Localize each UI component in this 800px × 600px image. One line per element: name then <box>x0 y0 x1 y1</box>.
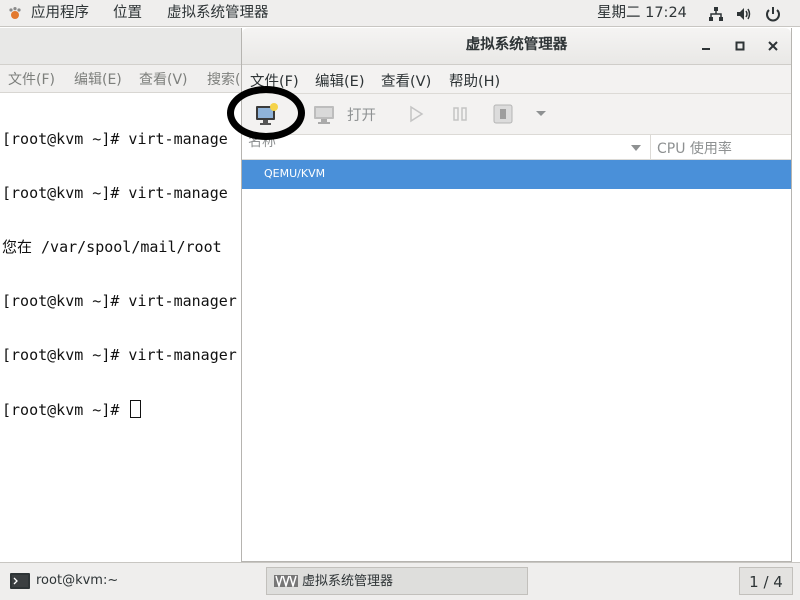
maximize-icon <box>735 41 745 51</box>
menu-view[interactable]: 查看(V) <box>381 70 431 91</box>
virt-manager-icon <box>274 575 298 587</box>
close-button[interactable] <box>764 37 782 55</box>
minimize-icon <box>702 48 710 50</box>
virt-manager-titlebar[interactable]: 虚拟系统管理器 <box>242 28 791 65</box>
shutdown-button[interactable] <box>492 103 514 125</box>
menu-help[interactable]: 帮助(H) <box>449 70 500 91</box>
vm-list-row[interactable]: QEMU/KVM <box>242 160 791 189</box>
terminal-prompt: [root@kvm ~]# <box>2 401 129 419</box>
open-vm-button[interactable] <box>312 102 336 126</box>
terminal-menubar: 文件(F) 编辑(E) 查看(V) 搜索( <box>0 65 242 93</box>
top-panel: 应用程序 位置 虚拟系统管理器 星期二 17:24 <box>0 0 800 27</box>
applications-menu[interactable]: 应用程序 <box>31 0 89 27</box>
pause-icon <box>453 107 467 121</box>
terminal-prompt-line: [root@kvm ~]# <box>2 400 242 419</box>
virt-manager-window[interactable]: 虚拟系统管理器 文件(F) 编辑(E) 查看(V) 帮助(H) 打开 名称 CP… <box>241 28 792 562</box>
connection-name: QEMU/KVM <box>264 167 326 180</box>
taskbar-terminal-label: root@kvm:~ <box>36 573 119 588</box>
pause-button[interactable] <box>450 104 470 124</box>
terminal-menu-view[interactable]: 查看(V) <box>139 69 188 89</box>
power-icon[interactable] <box>764 5 782 23</box>
play-icon <box>410 105 424 123</box>
taskbar-terminal[interactable]: root@kvm:~ <box>4 567 262 595</box>
terminal-line: [root@kvm ~]# virt-manage <box>2 184 228 202</box>
taskbar-virt-manager-label: 虚拟系统管理器 <box>302 574 394 589</box>
terminal-window[interactable]: 文件(F) 编辑(E) 查看(V) 搜索( [root@kvm ~]# virt… <box>0 28 242 561</box>
places-menu[interactable]: 位置 <box>113 0 142 27</box>
virt-manager-toolbar: 打开 <box>242 94 791 135</box>
column-divider <box>650 135 651 159</box>
terminal-icon <box>10 573 30 589</box>
column-cpu-usage[interactable]: CPU 使用率 <box>657 138 732 158</box>
network-icon[interactable] <box>707 5 725 23</box>
volume-icon[interactable] <box>735 5 753 23</box>
highlight-ring <box>227 86 305 140</box>
maximize-button[interactable] <box>731 37 749 55</box>
terminal-menu-search[interactable]: 搜索( <box>207 69 240 89</box>
workspace-switcher[interactable]: 1 / 4 <box>739 567 793 595</box>
terminal-cursor <box>130 400 142 418</box>
terminal-menu-file[interactable]: 文件(F) <box>8 69 55 89</box>
monitor-icon <box>314 106 334 124</box>
vm-list-header: 名称 CPU 使用率 <box>242 134 791 160</box>
terminal-line: [root@kvm ~]# virt-manager <box>2 292 237 310</box>
active-app-menu[interactable]: 虚拟系统管理器 <box>167 0 269 27</box>
clock[interactable]: 星期二 17:24 <box>597 0 687 27</box>
run-button[interactable] <box>406 104 426 124</box>
stop-icon <box>493 104 513 124</box>
minimize-button[interactable] <box>697 37 715 55</box>
gnome-foot-icon <box>9 7 21 19</box>
sort-dropdown-icon[interactable] <box>630 143 642 153</box>
close-icon <box>768 41 778 51</box>
terminal-menu-edit[interactable]: 编辑(E) <box>74 69 122 89</box>
terminal-line: [root@kvm ~]# virt-manager <box>2 346 237 364</box>
terminal-titlebar[interactable] <box>0 28 242 65</box>
terminal-line: 您在 /var/spool/mail/root <box>2 238 231 256</box>
menu-edit[interactable]: 编辑(E) <box>315 70 364 91</box>
shutdown-dropdown-button[interactable] <box>534 106 548 120</box>
chevron-down-icon <box>536 111 546 116</box>
terminal-output[interactable]: [root@kvm ~]# virt-manage [root@kvm ~]# … <box>2 94 242 454</box>
open-label[interactable]: 打开 <box>347 104 376 125</box>
bottom-panel: root@kvm:~ 虚拟系统管理器 1 / 4 <box>0 562 800 600</box>
virt-manager-menubar: 文件(F) 编辑(E) 查看(V) 帮助(H) <box>242 65 791 94</box>
taskbar-virt-manager[interactable]: 虚拟系统管理器 <box>266 567 528 595</box>
terminal-line: [root@kvm ~]# virt-manage <box>2 130 228 148</box>
